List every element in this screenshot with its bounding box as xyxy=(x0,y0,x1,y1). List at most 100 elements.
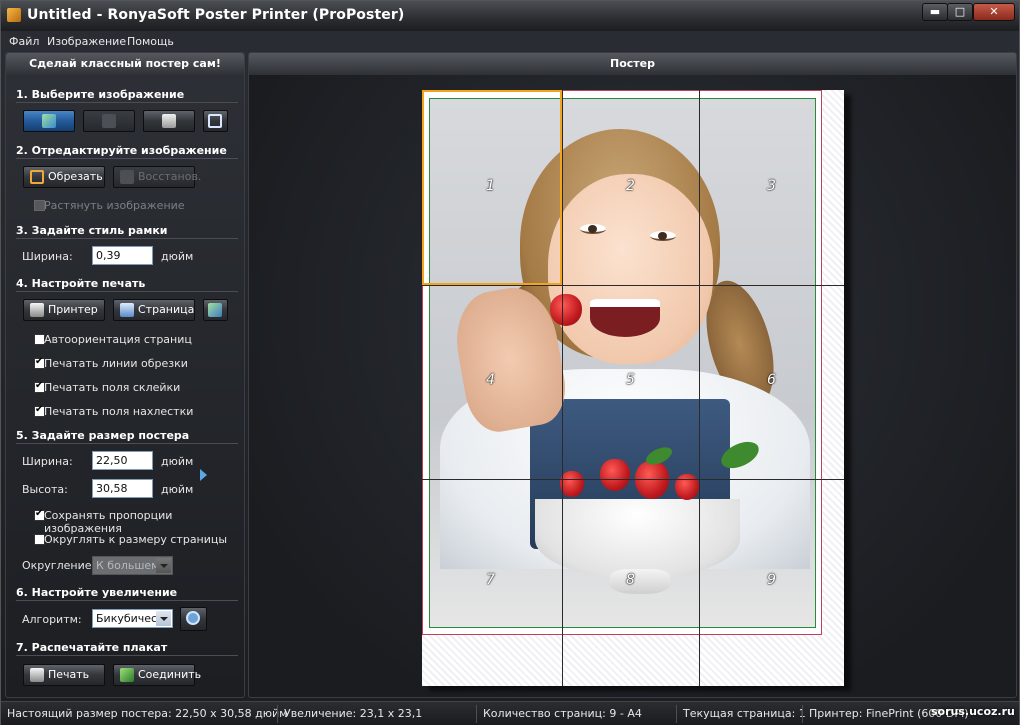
auto-orientation-label: Автоориентация страниц xyxy=(44,333,192,346)
maximize-button[interactable]: □ xyxy=(947,3,973,21)
scanner-icon xyxy=(162,114,176,128)
print-button-label: Печать xyxy=(48,668,90,681)
poster-preview-panel: Постер 1 2 3 4 5 6 7 8 9 xyxy=(248,52,1017,698)
divider xyxy=(16,102,238,103)
round-to-page-label: Округлять к размеру страницы xyxy=(44,533,228,546)
rounding-label: Округление: xyxy=(22,559,96,572)
page-number[interactable]: 1 xyxy=(486,178,495,194)
app-icon xyxy=(7,8,21,22)
crop-button[interactable]: Обрезать xyxy=(23,166,105,188)
page-grid-line xyxy=(422,479,844,480)
frame-width-unit: дюйм xyxy=(161,250,194,263)
rounding-select[interactable]: К большему xyxy=(92,556,173,575)
restore-button[interactable]: Восстанов. xyxy=(113,166,201,188)
page-number[interactable]: 2 xyxy=(626,178,635,194)
section-edit-image-title: 2. Отредактируйте изображение xyxy=(16,144,227,157)
crop-icon xyxy=(30,170,44,184)
page-grid-line xyxy=(562,90,563,686)
divider xyxy=(16,655,238,656)
status-page-count: Количество страниц: 9 - A4 xyxy=(483,707,642,720)
frame-width-input[interactable]: 0,39 xyxy=(92,246,153,265)
window-title: Untitled - RonyaSoft Poster Printer (Pro… xyxy=(27,7,405,23)
poster-height-input[interactable]: 30,58 xyxy=(92,479,153,498)
algorithm-label: Алгоритм: xyxy=(22,613,82,626)
status-current-page: Текущая страница: 1 xyxy=(683,707,806,720)
scan-image-button[interactable] xyxy=(143,110,195,132)
poster-width-unit: дюйм xyxy=(161,455,194,468)
page-number[interactable]: 4 xyxy=(486,372,495,388)
section-select-image-title: 1. Выберите изображение xyxy=(16,88,185,101)
page-number[interactable]: 7 xyxy=(486,572,495,588)
clipboard-icon xyxy=(102,114,116,128)
join-icon xyxy=(120,668,134,682)
paste-image-button[interactable] xyxy=(83,110,135,132)
link-toggle-arrow-icon[interactable] xyxy=(200,469,207,481)
settings-panel: Сделай классный постер сам! 1. Выберите … xyxy=(5,52,245,698)
section-frame-style-title: 3. Задайте стиль рамки xyxy=(16,224,168,237)
page-number[interactable]: 3 xyxy=(767,178,776,194)
section-zoom-title: 6. Настройте увеличение xyxy=(16,586,178,599)
photo-mouth xyxy=(590,299,660,337)
menu-image[interactable]: Изображение xyxy=(47,35,126,48)
photo-bowl-stem xyxy=(610,569,670,594)
poster-height-label: Высота: xyxy=(22,483,68,496)
page-grid-line xyxy=(699,90,700,686)
poster-header: Постер xyxy=(249,53,1016,75)
close-button[interactable]: ✕ xyxy=(973,3,1015,21)
poster-width-label: Ширина: xyxy=(22,455,73,468)
strawberry xyxy=(560,471,584,497)
photo-bowl xyxy=(535,499,740,579)
page-number[interactable]: 9 xyxy=(767,572,776,588)
printer-button[interactable]: Принтер xyxy=(23,299,105,321)
preview-icon xyxy=(208,303,222,317)
strawberry xyxy=(635,461,669,499)
menu-bar: Файл Изображение Помощь xyxy=(1,31,1019,51)
external-image-button[interactable] xyxy=(203,110,228,132)
title-bar: Untitled - RonyaSoft Poster Printer (Pro… xyxy=(1,1,1019,31)
status-divider xyxy=(802,705,803,723)
chevron-down-icon xyxy=(156,611,171,626)
restore-button-label: Восстанов. xyxy=(138,170,202,183)
status-zoom: Увеличение: 23,1 x 23,1 xyxy=(284,707,423,720)
page-number[interactable]: 6 xyxy=(767,372,776,388)
magnifier-icon xyxy=(186,611,200,625)
printer-icon xyxy=(30,303,44,317)
keep-ratio-label: Сохранять пропорции изображения xyxy=(44,509,173,535)
status-divider xyxy=(277,705,278,723)
page-number[interactable]: 5 xyxy=(626,372,635,388)
menu-file[interactable]: Файл xyxy=(9,35,39,48)
photo-eye xyxy=(650,231,676,241)
print-button[interactable]: Печать xyxy=(23,664,105,686)
poster-width-input[interactable]: 22,50 xyxy=(92,451,153,470)
section-poster-size-title: 5. Задайте размер постера xyxy=(16,429,190,442)
status-poster-size: Настоящий размер постера: 22,50 x 30,58 … xyxy=(7,707,288,720)
page-icon xyxy=(120,303,134,317)
app-window: Untitled - RonyaSoft Poster Printer (Pro… xyxy=(0,0,1020,725)
status-bar: Настоящий размер постера: 22,50 x 30,58 … xyxy=(1,701,1019,725)
algorithm-select-value: Бикубическ xyxy=(96,612,164,625)
printer-button-label: Принтер xyxy=(48,303,98,316)
printer-icon xyxy=(30,668,44,682)
divider xyxy=(16,443,238,444)
algorithm-select[interactable]: Бикубическ xyxy=(92,609,173,628)
divider xyxy=(16,600,238,601)
open-file-button[interactable] xyxy=(23,110,75,132)
poster-height-unit: дюйм xyxy=(161,483,194,496)
minimize-button[interactable]: ▬ xyxy=(922,3,948,21)
section-print-setup-title: 4. Настройте печать xyxy=(16,277,146,290)
join-button[interactable]: Соединить xyxy=(113,664,201,686)
page-setup-button-label: Страница xyxy=(138,303,195,316)
poster-canvas[interactable]: 1 2 3 4 5 6 7 8 9 xyxy=(422,90,844,686)
print-preview-button[interactable] xyxy=(203,299,228,321)
print-cut-lines-label: Печатать линии обрезки xyxy=(44,357,188,370)
page-setup-button[interactable]: Страница xyxy=(113,299,195,321)
divider xyxy=(16,158,238,159)
zoom-preview-button[interactable] xyxy=(180,607,207,631)
external-link-icon xyxy=(208,114,222,128)
page-number[interactable]: 8 xyxy=(626,572,635,588)
menu-help[interactable]: Помощь xyxy=(127,35,174,48)
frame-width-label: Ширина: xyxy=(22,250,73,263)
print-overlap-margins-label: Печатать поля нахлестки xyxy=(44,405,194,418)
strawberry xyxy=(600,459,630,491)
section-print-title: 7. Распечатайте плакат xyxy=(16,641,168,654)
